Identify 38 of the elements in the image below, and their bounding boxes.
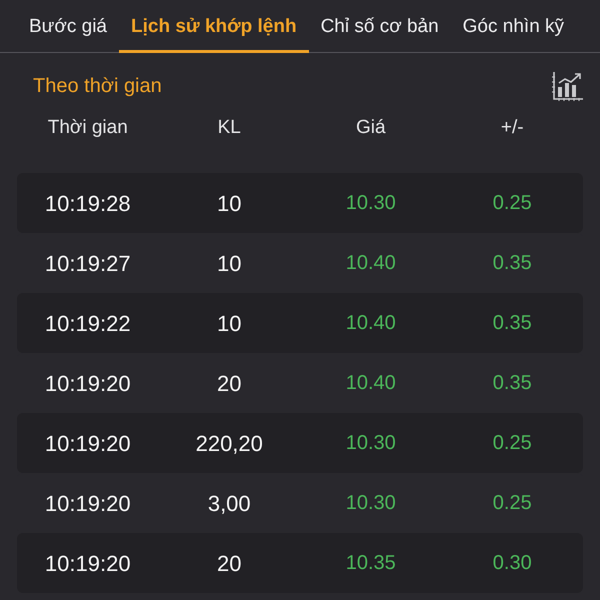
volume-cell-text: 220,20 [196, 430, 263, 458]
change-cell-text: 0.35 [492, 311, 532, 336]
column-header: +/- [500, 116, 524, 140]
time-cell-text: 10:19:20 [44, 490, 131, 518]
column-header: Thời gian [48, 116, 128, 140]
tab[interactable]: Góc nhìn kỹ [450, 1, 576, 53]
price-cell-text: 10.40 [346, 311, 396, 336]
time-cell-text: 10:19:20 [44, 430, 131, 458]
time-cell-text: 10:19:20 [44, 370, 131, 398]
bar-chart-icon[interactable] [552, 71, 584, 101]
price-cell-text: 10.40 [346, 251, 396, 276]
change-cell-text: 0.30 [492, 551, 532, 576]
volume-cell-text: 20 [217, 370, 242, 398]
column-header: KL [218, 116, 241, 140]
time-cell-text: 10:19:20 [44, 550, 131, 578]
price-cell-text: 10.30 [346, 491, 396, 516]
tab[interactable]: Lịch sử khớp lệnh [119, 1, 309, 53]
volume-cell-text: 20 [217, 550, 242, 578]
change-cell-text: 0.35 [492, 251, 532, 276]
price-cell-text: 10.40 [346, 371, 396, 396]
time-cell-text: 10:19:27 [44, 250, 131, 278]
tab[interactable]: Bước giá [17, 1, 119, 53]
volume-cell-text: 3,00 [208, 490, 251, 518]
change-cell-text: 0.25 [492, 431, 532, 456]
section-title: Theo thời gian [33, 74, 162, 99]
column-header: Giá [356, 116, 386, 140]
change-cell-text: 0.35 [492, 371, 532, 396]
price-cell-text: 10.30 [346, 431, 396, 456]
volume-cell-text: 10 [217, 190, 242, 218]
volume-cell-text: 10 [217, 310, 242, 338]
price-cell-text: 10.30 [346, 191, 396, 216]
time-cell-text: 10:19:22 [44, 310, 131, 338]
time-cell-text: 10:19:28 [44, 190, 131, 218]
change-cell-text: 0.25 [492, 491, 532, 516]
price-cell-text: 10.35 [346, 551, 396, 576]
tab[interactable]: Chỉ số cơ bản [308, 1, 451, 53]
change-cell-text: 0.25 [492, 191, 532, 216]
volume-cell-text: 10 [217, 250, 242, 278]
